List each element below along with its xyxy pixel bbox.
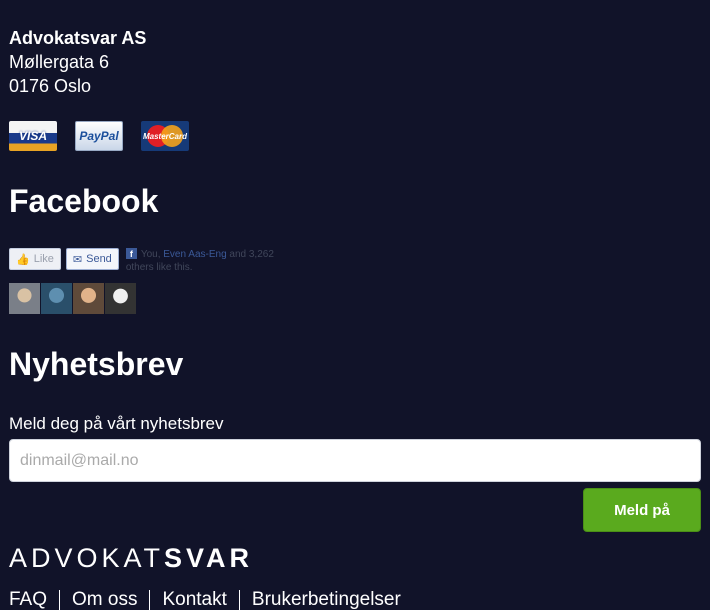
footer-link-brukerbetingelser[interactable]: Brukerbetingelser <box>238 590 413 610</box>
avatar[interactable] <box>9 283 40 314</box>
avatar[interactable] <box>41 283 72 314</box>
facebook-like-button[interactable]: 👍 Like <box>9 248 61 270</box>
newsletter-label: Meld deg på vårt nyhetsbrev <box>9 414 224 433</box>
company-name: Advokatsvar AS <box>9 28 147 48</box>
footer-link-faq[interactable]: FAQ <box>9 590 59 610</box>
facebook-icon: f <box>125 248 137 259</box>
footer-link-kontakt[interactable]: Kontakt <box>149 590 238 610</box>
newsletter-heading: Nyhetsbrev <box>9 346 184 382</box>
company-city: 0176 Oslo <box>9 76 92 96</box>
newsletter-email-input[interactable] <box>9 439 701 482</box>
facebook-send-button[interactable]: ✉ Send <box>65 248 119 270</box>
mastercard-icon: MasterCard <box>141 121 189 151</box>
footer-nav: FAQ Om oss Kontakt Brukerbetingelser <box>9 590 413 610</box>
advokatsvar-logo[interactable]: ADVOKATSVAR <box>9 543 253 574</box>
company-street: Møllergata 6 <box>9 52 110 72</box>
facebook-heading: Facebook <box>9 183 159 219</box>
avatar[interactable] <box>73 283 104 314</box>
payment-methods: VISA PayPal MasterCard <box>9 121 189 151</box>
facebook-like-widget: 👍 Like ✉ Send f You, Even Aas-Eng and 3,2… <box>9 248 296 314</box>
facebook-friend-link[interactable]: Even Aas-Eng <box>163 249 226 260</box>
newsletter-subscribe-button[interactable]: Meld på <box>583 488 701 532</box>
facebook-faces <box>9 283 296 314</box>
avatar[interactable] <box>105 283 136 314</box>
footer-link-om-oss[interactable]: Om oss <box>59 590 149 610</box>
visa-icon: VISA <box>9 121 57 151</box>
thumbs-up-icon: 👍 <box>16 253 30 266</box>
paypal-icon: PayPal <box>75 121 123 151</box>
facebook-like-count: f You, Even Aas-Eng and 3,262 others like… <box>125 248 274 273</box>
company-address: Advokatsvar AS Møllergata 6 0176 Oslo <box>9 26 146 98</box>
message-icon: ✉ <box>72 253 83 266</box>
